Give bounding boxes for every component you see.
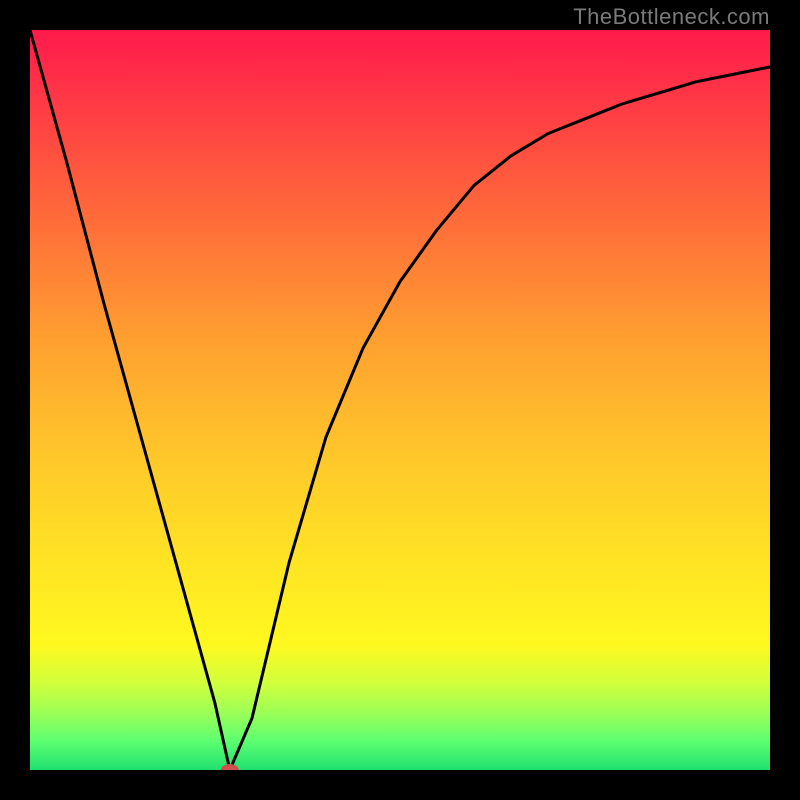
chart-frame: TheBottleneck.com [0,0,800,800]
minimum-marker [221,764,239,770]
curve-svg [30,30,770,770]
bottleneck-curve [30,30,770,770]
plot-area [30,30,770,770]
watermark-text: TheBottleneck.com [573,4,770,30]
